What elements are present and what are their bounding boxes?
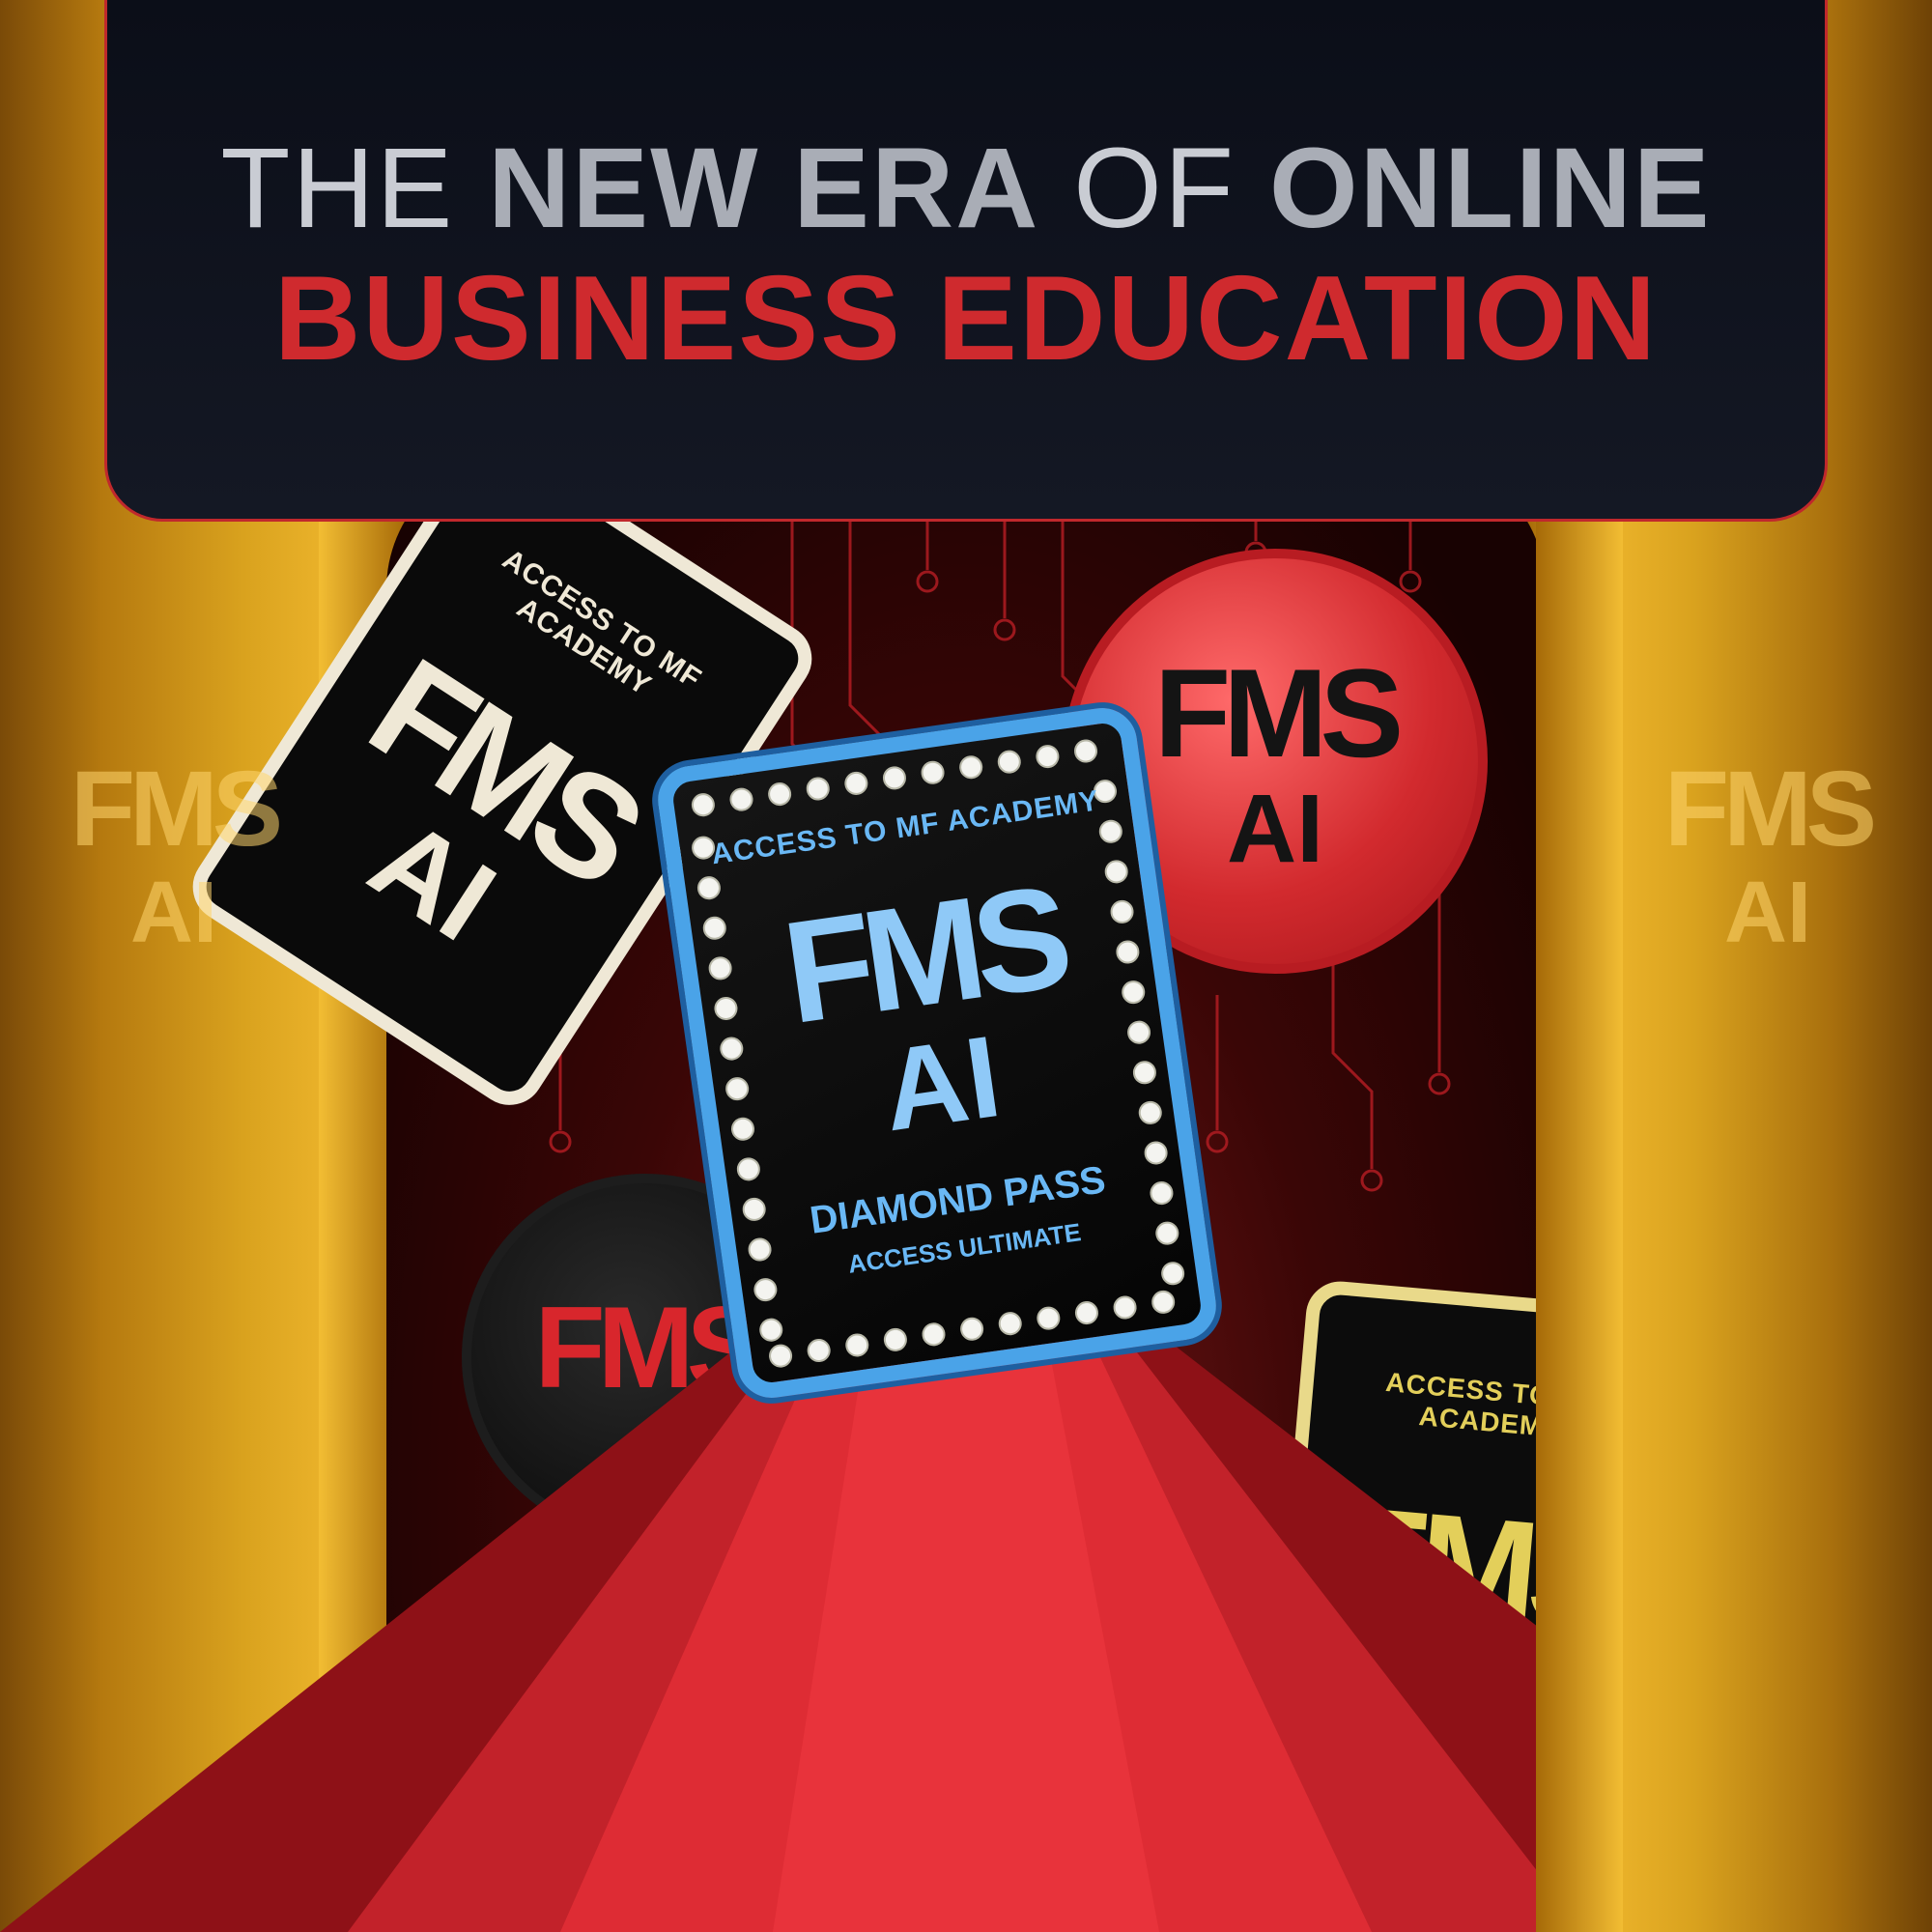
diamond-pass-card: ACCESS TO MF ACADEMY FMS AI DIAMOND PASS… xyxy=(653,703,1221,1403)
headline-line2: BUSINESS EDUCATION xyxy=(273,252,1659,385)
left-watermark-ai: AI xyxy=(130,865,217,961)
poster: ACCESS TO MF ACADEMY FMS AI FMS FMS AI A… xyxy=(0,0,1932,1932)
right-pillar-watermark: FMS AI xyxy=(1652,753,1884,961)
headline-word-the: THE xyxy=(220,125,455,252)
headline-banner: THE NEW ERA OF ONLINE BUSINESS EDUCATION xyxy=(104,0,1828,522)
headline-word-of: OF xyxy=(1073,125,1236,252)
headline-word-online: ONLINE xyxy=(1268,125,1712,252)
right-watermark-ai: AI xyxy=(1724,865,1811,961)
right-watermark-logo: FMS xyxy=(1663,750,1877,868)
headline-line1: THE NEW ERA OF ONLINE xyxy=(107,126,1825,251)
left-pillar-watermark: FMS AI xyxy=(58,753,290,961)
left-watermark-logo: FMS xyxy=(70,750,283,868)
headline-word-new-era: NEW ERA xyxy=(488,125,1040,252)
